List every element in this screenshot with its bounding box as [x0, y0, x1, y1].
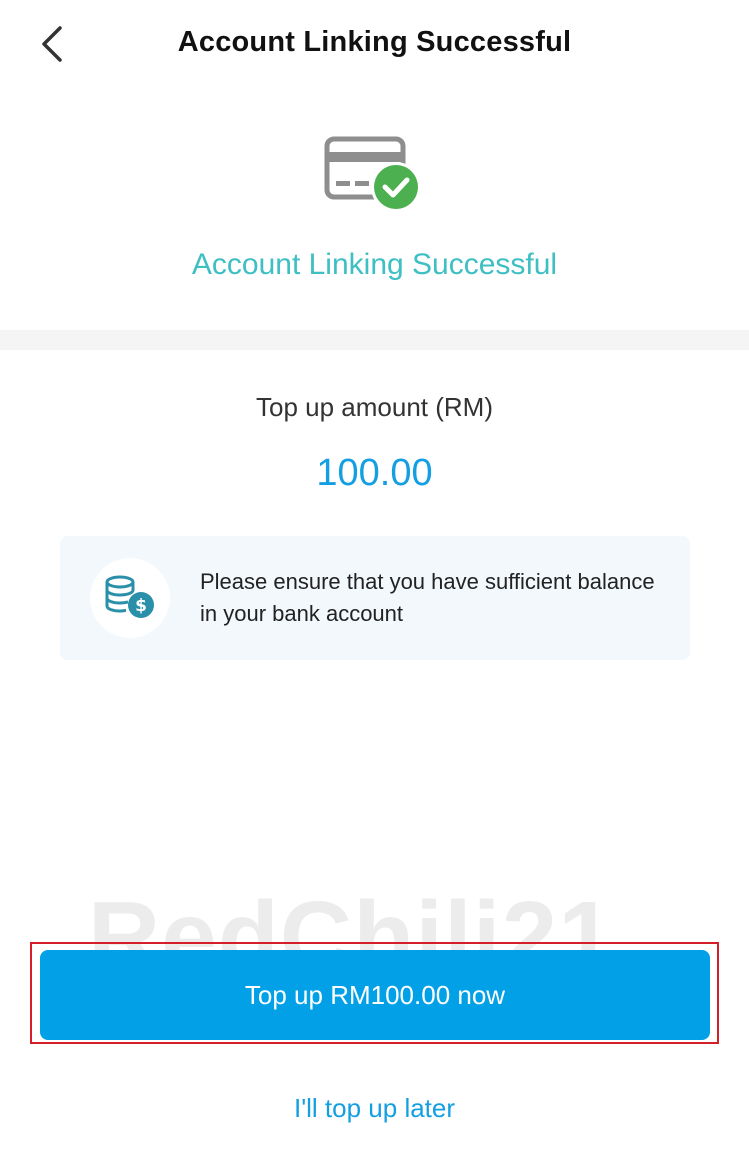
topup-now-label: Top up RM100.00 now [244, 979, 506, 1010]
card-check-icon [324, 136, 422, 214]
notice-icon-badge: $ [90, 558, 170, 638]
topup-amount-value: 100.00 [316, 452, 433, 494]
balance-notice: $ Please ensure that you have sufficient… [60, 536, 690, 660]
svg-text:$: $ [135, 596, 147, 616]
page-title: Account Linking Successful [177, 26, 572, 58]
header-bar: Account Linking Successful [0, 0, 749, 90]
section-divider [0, 330, 749, 350]
topup-later-link[interactable]: I'll top up later [0, 1093, 749, 1124]
topup-amount-label: Top up amount (RM) [256, 392, 493, 422]
success-message: Account Linking Successful [191, 248, 558, 281]
account-linking-screen: Account Linking Successful Account Linki… [0, 0, 749, 1150]
notice-message: Please ensure that you have sufficient b… [200, 569, 655, 626]
coins-dollar-icon: $ [105, 575, 154, 618]
topup-now-button[interactable]: Top up RM100.00 now [40, 950, 710, 1040]
